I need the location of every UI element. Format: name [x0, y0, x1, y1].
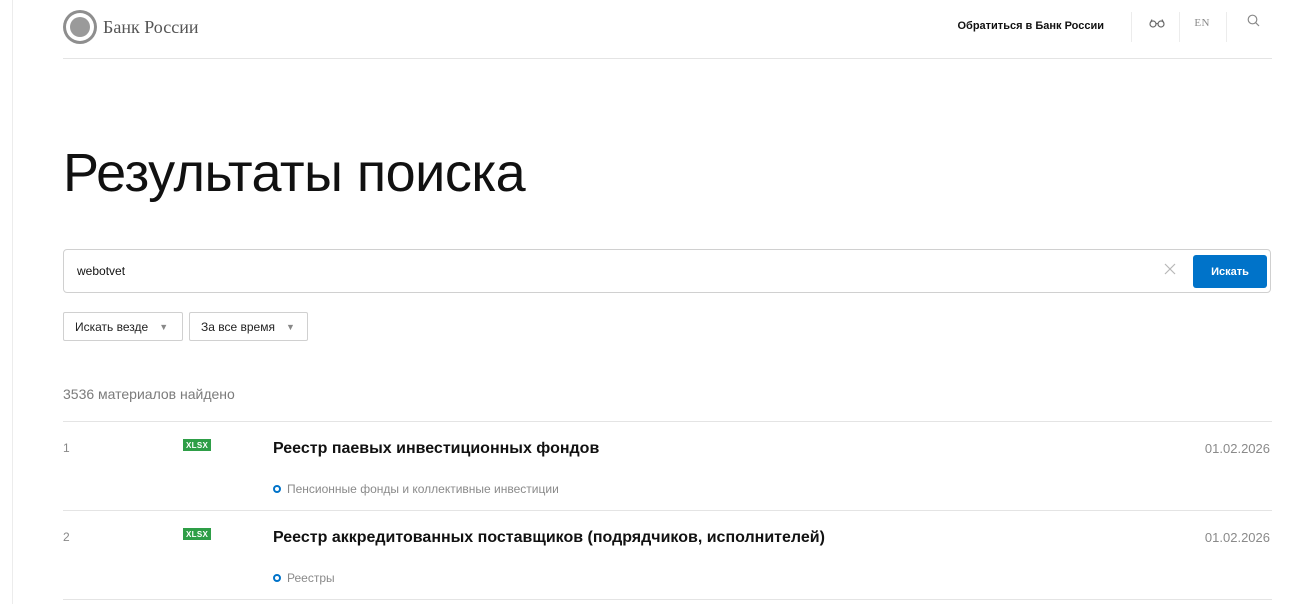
glasses-icon[interactable] — [1149, 17, 1165, 31]
result-date: 01.02.2026 — [1204, 530, 1270, 545]
header-divider — [1226, 12, 1227, 42]
page-left-border — [12, 0, 13, 604]
filter-label: За все время — [201, 319, 275, 334]
contact-bank-link[interactable]: Обратиться в Банк России — [957, 20, 1104, 32]
result-title-link[interactable]: Реестр паевых инвестиционных фондов — [273, 440, 599, 458]
search-icon[interactable] — [1247, 14, 1260, 30]
result-number: 1 — [63, 441, 70, 455]
result-number: 2 — [63, 530, 70, 544]
language-switch-en[interactable]: EN — [1194, 17, 1210, 29]
dropdown-arrow-icon: ▼ — [285, 321, 295, 332]
search-button[interactable]: Искать — [1193, 255, 1267, 288]
header-divider — [1131, 12, 1132, 42]
result-date: 01.02.2026 — [1204, 441, 1270, 456]
bullet-icon — [273, 485, 281, 493]
file-type-badge: XLSX — [183, 528, 212, 540]
category-label: Реестры — [287, 571, 335, 585]
filter-label: Искать везде — [75, 319, 149, 334]
logo-text: Банк России — [103, 16, 199, 37]
result-row: 1 XLSX Реестр паевых инвестиционных фонд… — [63, 421, 1272, 511]
result-row: 2 XLSX Реестр аккредитованных поставщико… — [63, 510, 1272, 600]
emblem-icon — [63, 10, 97, 44]
divider — [63, 599, 1272, 600]
site-header: Банк России Обратиться в Банк России EN — [63, 0, 1272, 59]
results-count: 3536 материалов найдено — [63, 386, 235, 402]
page-title: Результаты поиска — [63, 143, 526, 203]
bank-logo[interactable]: Банк России — [63, 10, 198, 44]
dropdown-arrow-icon: ▼ — [159, 321, 169, 332]
search-bar: Искать — [63, 249, 1271, 293]
header-divider — [1179, 12, 1180, 42]
filter-search-scope[interactable]: Искать везде ▼ — [63, 312, 183, 341]
result-category[interactable]: Реестры — [273, 571, 335, 585]
category-label: Пенсионные фонды и коллективные инвестиц… — [287, 482, 559, 496]
result-category[interactable]: Пенсионные фонды и коллективные инвестиц… — [273, 482, 559, 496]
filter-time-range[interactable]: За все время ▼ — [189, 312, 308, 341]
search-input[interactable] — [64, 250, 1144, 292]
close-icon[interactable] — [1164, 262, 1176, 280]
result-title-link[interactable]: Реестр аккредитованных поставщиков (подр… — [273, 529, 825, 547]
bullet-icon — [273, 574, 281, 582]
file-type-badge: XLSX — [183, 439, 212, 451]
